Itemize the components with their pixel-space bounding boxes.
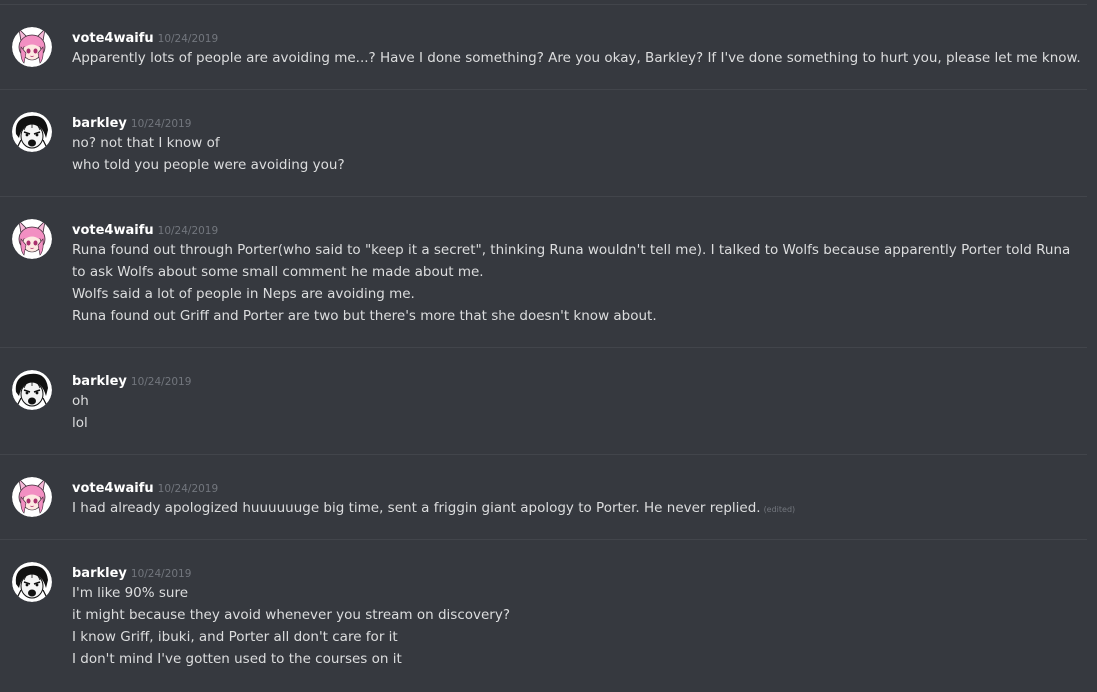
avatar[interactable] [12, 562, 52, 602]
message-header: barkley 10/24/2019 [72, 112, 191, 132]
message-header: barkley 10/24/2019 [72, 370, 191, 390]
message-header: vote4waifu 10/24/2019 [72, 477, 218, 497]
timestamp[interactable]: 10/24/2019 [158, 225, 219, 237]
avatar[interactable] [12, 477, 52, 517]
message-group: barkley 10/24/2019 oh lol [0, 347, 1087, 454]
username[interactable]: barkley [72, 374, 127, 389]
username[interactable]: vote4waifu [72, 223, 154, 238]
message-line: Apparently lots of people are avoiding m… [72, 50, 1081, 66]
manga-face-icon [12, 112, 52, 152]
message-content: Apparently lots of people are avoiding m… [72, 47, 1082, 69]
message-header: barkley 10/24/2019 [72, 562, 191, 582]
message-text: I had already apologized huuuuuuge big t… [72, 500, 761, 516]
username[interactable]: barkley [72, 116, 127, 131]
username[interactable]: vote4waifu [72, 31, 154, 46]
avatar[interactable] [12, 112, 52, 152]
edited-label: (edited) [763, 505, 796, 514]
message-line: lol [72, 415, 88, 431]
message-group: vote4waifu 10/24/2019 Runa found out thro… [0, 196, 1087, 347]
message-content: I had already apologized huuuuuuge big t… [72, 497, 1082, 519]
timestamp[interactable]: 10/24/2019 [131, 568, 192, 580]
timestamp[interactable]: 10/24/2019 [131, 376, 192, 388]
message-header: vote4waifu 10/24/2019 [72, 27, 218, 47]
message-line: I don't mind I've gotten used to the cou… [72, 651, 402, 667]
message-line: who told you people were avoiding you? [72, 157, 345, 173]
timestamp[interactable]: 10/24/2019 [158, 33, 219, 45]
avatar[interactable] [12, 370, 52, 410]
message-line: I'm like 90% sure [72, 585, 189, 601]
pink-anime-girl-icon [12, 219, 52, 259]
timestamp[interactable]: 10/24/2019 [131, 118, 192, 130]
message-line: no? not that I know of [72, 135, 220, 151]
message-line: I know Griff, ibuki, and Porter all don'… [72, 629, 398, 645]
pink-anime-girl-icon [12, 477, 52, 517]
message-line: Wolfs said a lot of people in Neps are a… [72, 286, 415, 302]
manga-face-icon [12, 370, 52, 410]
pink-anime-girl-icon [12, 27, 52, 67]
message-group: barkley 10/24/2019 I'm like 90% sure it m… [0, 539, 1087, 692]
message-line: Runa found out Griff and Porter are two … [72, 308, 657, 324]
message-group: vote4waifu 10/24/2019 I had already apolo… [0, 454, 1087, 539]
timestamp[interactable]: 10/24/2019 [158, 483, 219, 495]
message-content: I'm like 90% sure it might because they … [72, 582, 1082, 670]
message-line: to ask Wolfs about some small comment he… [72, 264, 484, 280]
avatar[interactable] [12, 219, 52, 259]
message-group: barkley 10/24/2019 no? not that I know of… [0, 89, 1087, 196]
message-header: vote4waifu 10/24/2019 [72, 219, 218, 239]
message-line: I had already apologized huuuuuuge big t… [72, 497, 1082, 519]
manga-face-icon [12, 562, 52, 602]
avatar[interactable] [12, 27, 52, 67]
username[interactable]: vote4waifu [72, 481, 154, 496]
message-line: Runa found out through Porter(who said t… [72, 242, 1071, 258]
message-content: Runa found out through Porter(who said t… [72, 239, 1082, 327]
message-group: vote4waifu 10/24/2019 Apparently lots of … [0, 4, 1087, 89]
message-line: it might because they avoid whenever you… [72, 607, 511, 623]
message-content: oh lol [72, 390, 1082, 434]
message-content: no? not that I know of who told you peop… [72, 132, 1082, 176]
message-line: oh [72, 393, 89, 409]
username[interactable]: barkley [72, 566, 127, 581]
